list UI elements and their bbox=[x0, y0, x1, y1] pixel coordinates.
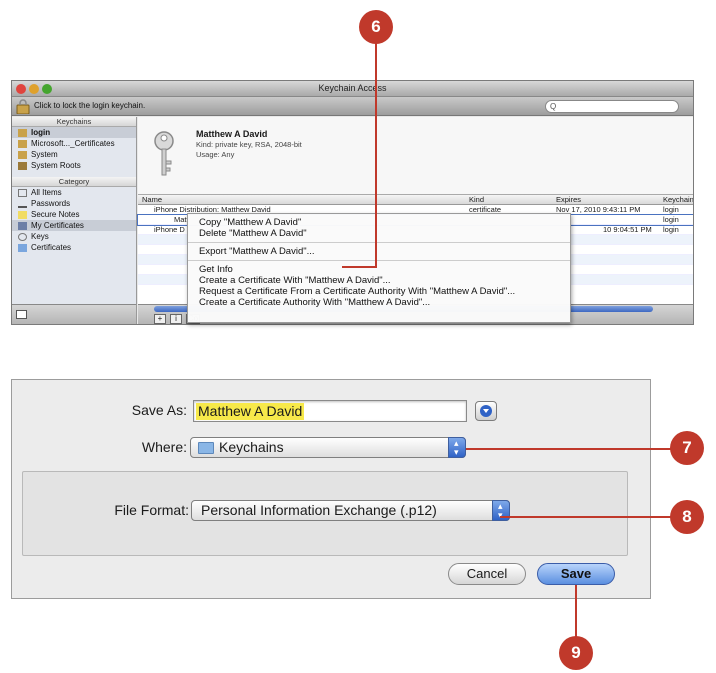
category-header: Category bbox=[12, 177, 136, 187]
sidebar-item-label: Microsoft..._Certificates bbox=[31, 139, 115, 148]
sidebar-item-label: Keys bbox=[31, 232, 49, 241]
folder-icon bbox=[18, 161, 27, 170]
row-name: iPhone D bbox=[154, 225, 185, 234]
callout-6-leader-h bbox=[342, 266, 377, 268]
sidebar-item-label: Secure Notes bbox=[31, 210, 80, 219]
item-kind: Kind: private key, RSA, 2048-bit bbox=[196, 140, 302, 149]
file-format-popup[interactable]: Personal Information Exchange (.p12) bbox=[191, 500, 510, 521]
item-info-panel: Matthew A David Kind: private key, RSA, … bbox=[138, 117, 693, 195]
sidebar-item-label: System bbox=[31, 150, 58, 159]
sidebar-item-keys[interactable]: Keys bbox=[12, 231, 136, 242]
sidebar-item-label: System Roots bbox=[31, 161, 81, 170]
all-items-icon bbox=[18, 188, 27, 197]
sidebar-bottom-bar bbox=[12, 304, 136, 324]
menu-item-request-certificate[interactable]: Request a Certificate From a Certificate… bbox=[188, 286, 570, 297]
callout-9-leader bbox=[575, 585, 577, 637]
pen-icon bbox=[18, 200, 27, 208]
note-icon bbox=[18, 210, 27, 219]
sidebar-item-my-certificates[interactable]: My Certificates bbox=[12, 220, 136, 231]
item-name: Matthew A David bbox=[196, 129, 268, 139]
callout-9: 9 bbox=[559, 636, 593, 670]
certificate-icon bbox=[18, 221, 27, 230]
column-header-keychain[interactable]: Keychain bbox=[663, 195, 693, 205]
row-keychain: login bbox=[663, 205, 679, 214]
file-format-panel: File Format: Personal Information Exchan… bbox=[22, 471, 628, 556]
file-format-label: File Format: bbox=[114, 502, 189, 518]
where-popup[interactable]: Keychains bbox=[190, 437, 466, 458]
menu-item-copy[interactable]: Copy "Matthew A David" bbox=[188, 217, 570, 228]
callout-6-leader bbox=[375, 43, 377, 268]
callout-7-leader bbox=[466, 448, 682, 450]
sidebar-item-system[interactable]: System bbox=[12, 149, 136, 160]
add-item-button[interactable]: + bbox=[154, 314, 166, 324]
sidebar-item-system-roots[interactable]: System Roots bbox=[12, 160, 136, 171]
toolbar: Click to lock the login keychain. Q bbox=[12, 97, 693, 116]
save-as-field[interactable]: Matthew A David bbox=[193, 400, 467, 422]
callout-6-label: 6 bbox=[371, 17, 381, 36]
menu-item-create-certificate-authority[interactable]: Create a Certificate Authority With "Mat… bbox=[188, 297, 570, 308]
menu-item-export[interactable]: Export "Matthew A David"... bbox=[188, 246, 570, 257]
table-header: Name Kind Expires Keychain bbox=[138, 195, 693, 205]
key-icon bbox=[18, 232, 27, 241]
row-keychain: login bbox=[663, 215, 679, 224]
sidebar-item-label: Passwords bbox=[31, 199, 71, 208]
callout-8-label: 8 bbox=[682, 507, 692, 526]
file-format-value: Personal Information Exchange (.p12) bbox=[201, 502, 437, 518]
chevron-down-icon bbox=[480, 405, 492, 417]
sidebar-item-certificates[interactable]: Certificates bbox=[12, 242, 136, 253]
sidebar-item-label: All Items bbox=[31, 188, 62, 197]
menu-item-delete[interactable]: Delete "Matthew A David" bbox=[188, 228, 570, 239]
where-value: Keychains bbox=[219, 439, 284, 455]
save-button[interactable]: Save bbox=[537, 563, 615, 585]
save-as-label: Save As: bbox=[131, 402, 187, 418]
context-menu: Copy "Matthew A David" Delete "Matthew A… bbox=[187, 213, 571, 323]
callout-8: 8 bbox=[670, 500, 704, 534]
info-button[interactable]: i bbox=[170, 314, 182, 324]
keychain-icon bbox=[18, 139, 27, 148]
expand-dialog-button[interactable] bbox=[475, 401, 497, 421]
menu-separator bbox=[188, 242, 570, 243]
folder-icon bbox=[198, 442, 214, 454]
menu-item-create-certificate[interactable]: Create a Certificate With "Matthew A Dav… bbox=[188, 275, 570, 286]
callout-8-leader bbox=[500, 516, 682, 518]
sidebar-item-label: login bbox=[31, 128, 51, 137]
search-icon: Q bbox=[550, 102, 557, 111]
column-header-name[interactable]: Name bbox=[142, 195, 162, 205]
keychain-icon bbox=[18, 128, 27, 137]
stepper-icon bbox=[448, 437, 466, 458]
callout-9-label: 9 bbox=[571, 643, 581, 662]
lock-icon[interactable] bbox=[16, 99, 30, 114]
sidebar: Keychains login Microsoft..._Certificate… bbox=[12, 117, 137, 324]
where-label: Where: bbox=[141, 439, 187, 455]
row-keychain: login bbox=[663, 225, 679, 234]
column-header-kind[interactable]: Kind bbox=[469, 195, 484, 205]
certificate-icon bbox=[18, 243, 27, 252]
sidebar-item-label: My Certificates bbox=[31, 221, 84, 230]
sidebar-item-microsoft-certificates[interactable]: Microsoft..._Certificates bbox=[12, 138, 136, 149]
window-title: Keychain Access bbox=[318, 83, 387, 93]
keychain-icon bbox=[18, 150, 27, 159]
callout-7-label: 7 bbox=[682, 438, 692, 457]
menu-separator bbox=[188, 260, 570, 261]
callout-7: 7 bbox=[670, 431, 704, 465]
sidebar-item-all-items[interactable]: All Items bbox=[12, 187, 136, 198]
sidebar-item-login[interactable]: login bbox=[12, 127, 136, 138]
row-expires: 10 9:04:51 PM bbox=[603, 225, 652, 234]
key-icon bbox=[154, 131, 174, 176]
show-sidebar-icon[interactable] bbox=[16, 310, 27, 319]
search-input[interactable]: Q bbox=[545, 100, 679, 113]
callout-6: 6 bbox=[359, 10, 393, 44]
sidebar-item-secure-notes[interactable]: Secure Notes bbox=[12, 209, 136, 220]
sidebar-item-passwords[interactable]: Passwords bbox=[12, 198, 136, 209]
cancel-button[interactable]: Cancel bbox=[448, 563, 526, 585]
keychains-header: Keychains bbox=[12, 117, 136, 127]
sidebar-item-label: Certificates bbox=[31, 243, 72, 252]
save-as-value: Matthew A David bbox=[196, 403, 305, 420]
column-header-expires[interactable]: Expires bbox=[556, 195, 581, 205]
lock-status-text: Click to lock the login keychain. bbox=[34, 101, 146, 110]
menu-item-get-info[interactable]: Get Info bbox=[188, 264, 570, 275]
save-dialog: Save As: Matthew A David Where: Keychain… bbox=[11, 379, 651, 599]
item-usage: Usage: Any bbox=[196, 150, 235, 159]
title-bar: Keychain Access bbox=[12, 81, 693, 97]
